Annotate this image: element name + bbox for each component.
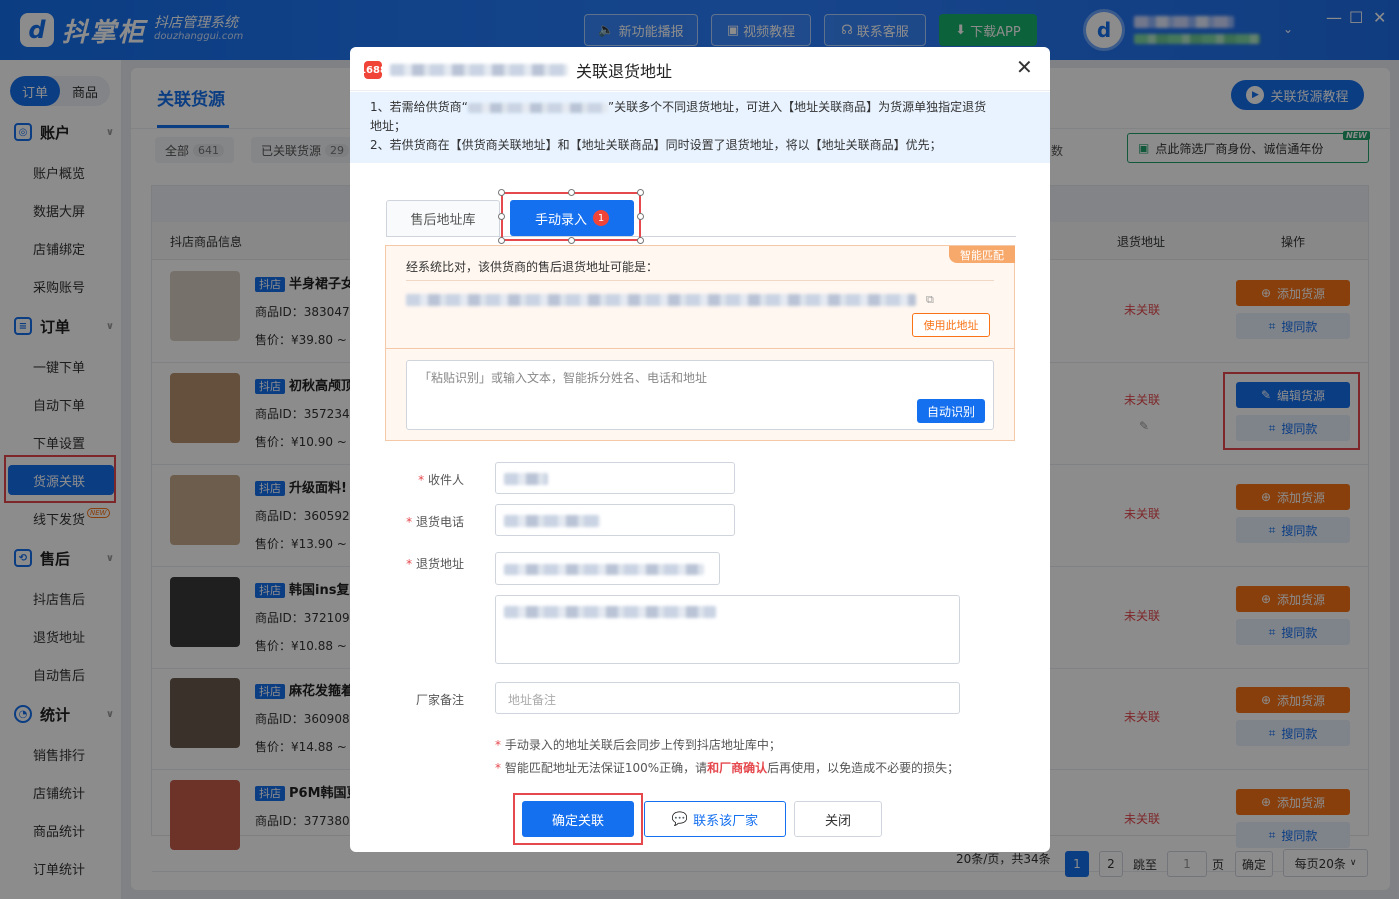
auto-recognize-button[interactable]: 自动识别 <box>917 399 985 423</box>
modal-close-icon[interactable]: ✕ <box>1016 55 1033 79</box>
supplier-name-redacted <box>467 102 608 113</box>
resize-handle <box>498 213 505 220</box>
resize-handle <box>637 213 644 220</box>
phone-value-redacted <box>504 515 600 527</box>
tab-divider <box>386 236 1016 237</box>
tab-address-library[interactable]: 售后地址库 <box>386 200 500 236</box>
supplier-name-redacted <box>390 64 568 76</box>
remark-label: 厂家备注 <box>415 693 464 707</box>
receiver-value-redacted <box>504 473 548 485</box>
phone-label: * 退货电话 <box>406 515 464 529</box>
copy-icon[interactable]: ⧉ <box>926 293 934 307</box>
region-value-redacted <box>504 564 704 575</box>
1688-logo-icon: 1688 <box>359 61 387 79</box>
note-warning: * 智能匹配地址无法保证100%正确，请和厂商确认后再使用，以免造成不必要的损失… <box>495 761 960 775</box>
divider <box>406 280 994 281</box>
phone-input[interactable] <box>495 504 735 536</box>
return-address-modal <box>350 47 1050 852</box>
divider <box>386 348 1014 349</box>
address-label: * 退货地址 <box>406 557 464 571</box>
close-button[interactable]: 关闭 <box>794 801 882 837</box>
suggested-address-redacted <box>406 294 916 306</box>
highlight-box <box>513 793 643 845</box>
region-select[interactable] <box>495 552 720 585</box>
address-detail-redacted <box>504 606 716 618</box>
paste-input[interactable]: 「粘贴识别」或输入文本，智能拆分姓名、电话和地址 <box>406 360 994 430</box>
contact-vendor-button[interactable]: 💬 联系该厂家 <box>644 801 786 837</box>
resize-handle <box>498 237 505 244</box>
note-sync: * 手动录入的地址关联后会同步上传到抖店地址库中； <box>495 738 781 752</box>
chat-icon: 💬 <box>671 811 689 827</box>
resize-handle <box>568 237 575 244</box>
remark-input[interactable]: 地址备注 <box>495 682 960 714</box>
receiver-label: * 收件人 <box>418 473 464 487</box>
receiver-input[interactable] <box>495 462 735 494</box>
use-address-button[interactable]: 使用此地址 <box>912 313 990 337</box>
modal-title: 1688 关联退货地址 <box>359 61 673 81</box>
highlight-box <box>501 192 641 241</box>
address-detail-textarea[interactable] <box>495 595 960 664</box>
compare-text: 经系统比对，该供货商的售后退货地址可能是： <box>406 260 659 274</box>
resize-handle <box>637 237 644 244</box>
resize-handle <box>568 189 575 196</box>
resize-handle <box>498 189 505 196</box>
modal-notice: 1、若需给供货商“ ”关联多个不同退货地址，可进入【地址关联商品】为货源单独指定退… <box>350 92 1050 163</box>
smart-match-label: 智能匹配 <box>949 246 1015 263</box>
resize-handle <box>637 189 644 196</box>
